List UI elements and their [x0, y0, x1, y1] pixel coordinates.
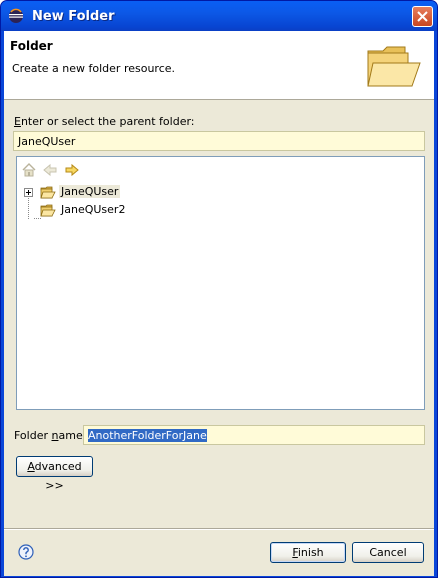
- home-icon[interactable]: [21, 162, 37, 178]
- banner-title: Folder: [10, 39, 53, 53]
- plus-icon: [26, 190, 31, 195]
- help-icon[interactable]: [18, 544, 34, 560]
- folder-tree[interactable]: JaneQUser JaneQUser2: [16, 156, 425, 410]
- folder-name-label: Folder name:: [14, 429, 87, 442]
- eclipse-icon: [9, 8, 23, 23]
- banner-description: Create a new folder resource.: [12, 62, 176, 75]
- tree-item-label: JaneQUser: [59, 185, 121, 198]
- window-title: New Folder: [32, 9, 115, 24]
- separator: [4, 528, 434, 530]
- advanced-button[interactable]: Advanced >>: [16, 456, 93, 492]
- dialog-window: New Folder Folder Create a new folder re…: [0, 0, 438, 578]
- folder-large-icon: [367, 46, 421, 87]
- parent-folder-value: JaneQUser: [18, 135, 76, 148]
- back-arrow-icon[interactable]: [42, 162, 58, 178]
- parent-folder-label: Enter or select the parent folder:: [14, 115, 195, 128]
- close-button[interactable]: [412, 6, 433, 27]
- tree-item[interactable]: JaneQUser2: [17, 202, 421, 219]
- tree-item[interactable]: JaneQUser: [17, 184, 421, 201]
- folder-open-icon: [40, 186, 56, 199]
- parent-folder-input[interactable]: JaneQUser: [13, 131, 425, 151]
- folder-name-input[interactable]: AnotherFolderForJane: [83, 425, 425, 445]
- wizard-banner: Folder Create a new folder resource.: [4, 31, 434, 100]
- forward-arrow-icon[interactable]: [64, 162, 80, 178]
- tree-item-label: JaneQUser2: [61, 203, 126, 216]
- cancel-button[interactable]: Cancel: [352, 542, 424, 563]
- folder-open-icon: [40, 204, 56, 217]
- title-bar[interactable]: New Folder: [1, 1, 437, 31]
- dialog-body: Folder Create a new folder resource. Ent…: [4, 31, 434, 576]
- finish-button[interactable]: Finish: [270, 542, 346, 563]
- expand-toggle[interactable]: [24, 188, 33, 197]
- close-icon: [417, 11, 428, 22]
- folder-name-value: AnotherFolderForJane: [88, 429, 207, 442]
